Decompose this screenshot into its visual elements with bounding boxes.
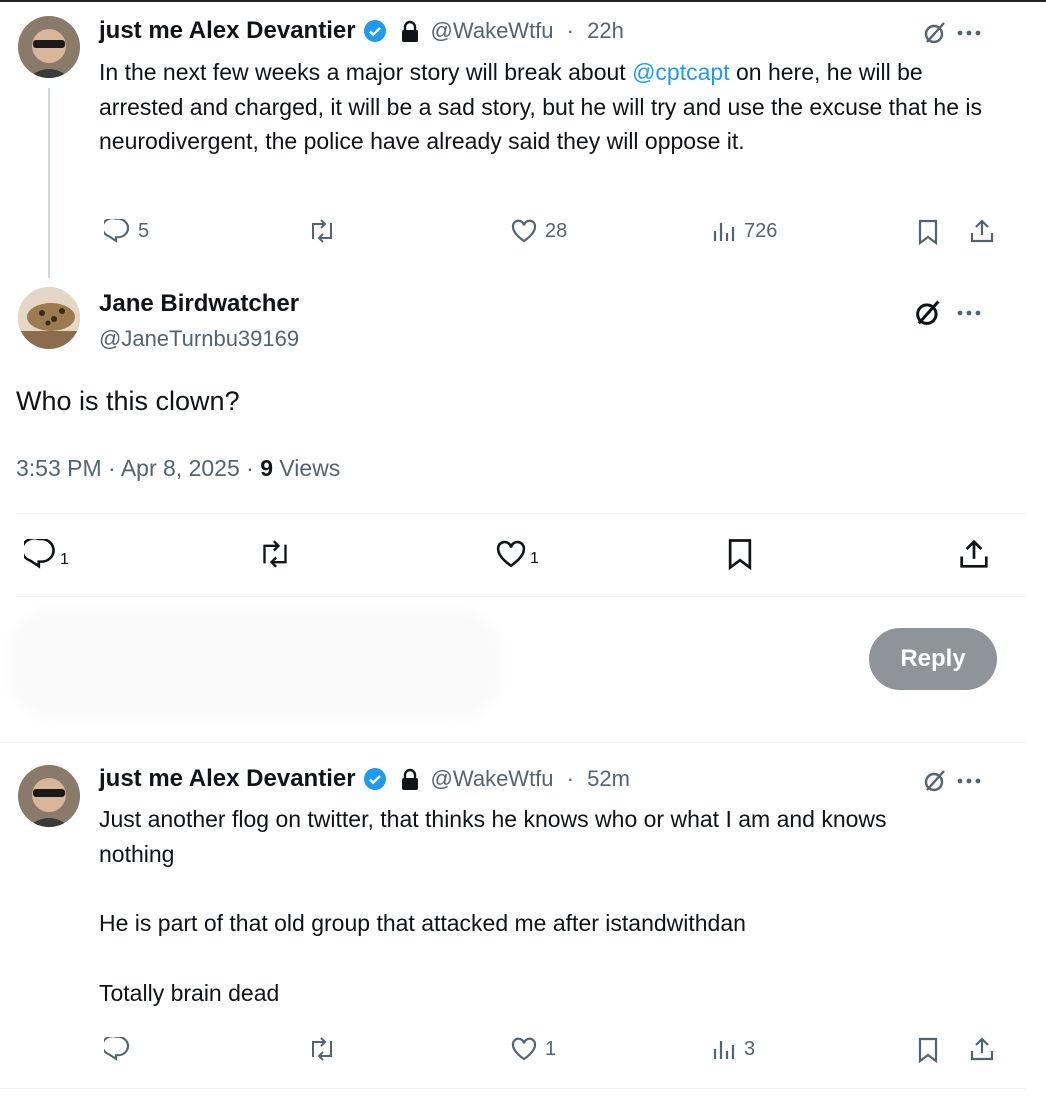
tweet3-line1: Just another flog on twitter, that think… (99, 806, 887, 867)
share-icon[interactable] (969, 1036, 995, 1062)
retweet-icon[interactable] (257, 540, 293, 568)
tweet3-line3: Totally brain dead (99, 980, 280, 1006)
divider (0, 742, 1026, 743)
like-button[interactable]: 1 (495, 540, 539, 568)
author-name[interactable]: Jane Birdwatcher (99, 290, 299, 318)
reply-count: 5 (138, 219, 150, 242)
timestamp-text: 3:53 PM · Apr 8, 2025 · (16, 455, 261, 481)
author-name[interactable]: just me Alex Devantier (99, 17, 356, 45)
views-button[interactable]: 3 (712, 1037, 755, 1061)
lock-icon (400, 20, 420, 42)
like-count: 28 (545, 219, 568, 242)
verified-badge-icon (363, 19, 387, 43)
tweet2-text: Who is this clown? (16, 386, 240, 416)
views-button[interactable]: 726 (712, 219, 777, 243)
like-count: 1 (530, 550, 539, 567)
verified-badge-icon (363, 767, 387, 791)
views-count: 726 (744, 219, 778, 242)
avatar-alex[interactable] (18, 16, 80, 78)
avatar-alex[interactable] (18, 765, 80, 827)
tweet-time[interactable]: 52m (587, 766, 630, 792)
views-count: 3 (744, 1037, 756, 1060)
like-icon (511, 1037, 537, 1061)
more-icon[interactable] (957, 30, 981, 36)
tweet1-text: In the next few weeks a major story will… (99, 55, 994, 159)
bookmark-icon[interactable] (917, 1037, 939, 1063)
tweet-timestamp[interactable]: 3:53 PM · Apr 8, 2025 · 9 Views (16, 455, 340, 482)
like-button[interactable]: 28 (511, 219, 567, 243)
thread-line (48, 88, 50, 278)
reply-count: 1 (60, 551, 69, 568)
tweet3-header: just me Alex Devantier @WakeWtfu · 52m (99, 762, 630, 796)
author-handle[interactable]: @WakeWtfu (431, 766, 554, 792)
top-border (0, 0, 1046, 2)
separator-dot: · (560, 18, 581, 43)
retweet-icon[interactable] (307, 1037, 337, 1061)
share-icon[interactable] (969, 218, 995, 244)
separator-dot: · (560, 766, 581, 791)
more-icon[interactable] (957, 778, 981, 784)
like-icon (495, 540, 527, 568)
views-label: Views (272, 455, 341, 481)
grok-icon[interactable] (913, 298, 943, 328)
like-button[interactable]: 1 (511, 1037, 556, 1061)
tweet1-header: just me Alex Devantier @WakeWtfu · 22h (99, 14, 624, 48)
more-icon[interactable] (957, 310, 981, 316)
reply-submit-button[interactable]: Reply (869, 628, 997, 690)
bookmark-icon[interactable] (917, 219, 939, 245)
reply-button[interactable]: 5 (104, 219, 149, 243)
tweet-text-part: In the next few weeks a major story will… (99, 59, 633, 85)
divider (16, 596, 1026, 597)
tweet3-line2: He is part of that old group that attack… (99, 910, 746, 936)
views-count: 9 (260, 455, 273, 481)
grok-icon[interactable] (922, 768, 948, 794)
views-icon (712, 1037, 736, 1061)
author-handle[interactable]: @JaneTurnbu39169 (99, 326, 299, 352)
mention-link[interactable]: @cptcapt (632, 59, 730, 85)
like-count: 1 (545, 1037, 557, 1060)
views-icon (712, 219, 736, 243)
reply-icon (24, 539, 56, 569)
retweet-icon[interactable] (307, 219, 337, 243)
avatar-jane[interactable] (18, 287, 80, 349)
divider (0, 1088, 1026, 1089)
like-icon (511, 219, 537, 243)
author-handle[interactable]: @WakeWtfu (431, 18, 554, 44)
author-name[interactable]: just me Alex Devantier (99, 765, 356, 793)
lock-icon (400, 768, 420, 790)
reply-button[interactable]: 1 (24, 539, 69, 569)
reply-input[interactable] (10, 610, 500, 718)
bookmark-icon[interactable] (726, 538, 754, 570)
grok-icon[interactable] (922, 20, 948, 46)
divider (16, 513, 1026, 514)
tweet-time[interactable]: 22h (587, 18, 624, 44)
share-icon[interactable] (958, 538, 990, 570)
reply-icon (104, 219, 130, 243)
reply-icon[interactable] (104, 1037, 130, 1061)
